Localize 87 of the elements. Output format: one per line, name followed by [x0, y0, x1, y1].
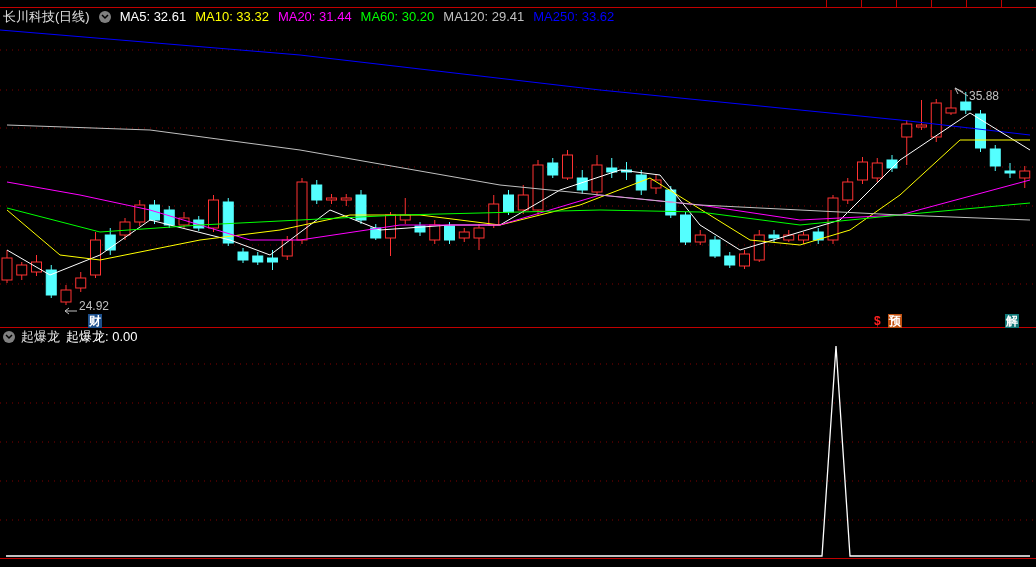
stock-title: 长川科技(日线)	[3, 7, 90, 26]
candlestick	[768, 229, 780, 243]
candlestick	[724, 251, 736, 269]
candlestick	[458, 227, 470, 243]
candlestick	[916, 99, 927, 131]
candlestick	[208, 194, 219, 233]
candlestick	[783, 229, 795, 243]
candlestick	[311, 179, 323, 205]
candlestick	[104, 227, 116, 256]
candlestick	[871, 157, 883, 183]
candlestick	[517, 184, 529, 215]
candlestick	[842, 177, 854, 205]
moving-average-value: MA60: 30.20	[360, 7, 435, 26]
candlestick	[547, 157, 559, 179]
event-tag[interactable]: 解	[1005, 314, 1019, 328]
candlestick	[739, 249, 750, 270]
dropdown-icon[interactable]	[98, 10, 111, 23]
high-price-label: 35.88	[969, 88, 1000, 105]
candlestick	[532, 159, 544, 216]
candlestick	[886, 154, 898, 173]
candlestick	[488, 194, 500, 229]
candlestick	[355, 189, 367, 225]
candlestick	[31, 254, 42, 277]
indicator-value: 起爆龙: 0.00	[66, 327, 138, 346]
candlestick	[945, 89, 957, 116]
candlestick	[222, 197, 234, 247]
candlestick	[119, 217, 131, 241]
candlestick	[680, 211, 691, 246]
candlestick	[812, 227, 824, 245]
candlestick	[753, 229, 765, 263]
candlestick	[193, 215, 205, 232]
moving-average-value: MA120: 29.41	[443, 7, 525, 26]
candlestick	[134, 199, 146, 227]
moving-average-value: MA250: 33.62	[533, 7, 615, 26]
moving-average-value: MA10: 33.32	[195, 7, 269, 26]
candlestick	[473, 223, 485, 251]
candlestick	[635, 169, 647, 196]
candlestick	[606, 157, 618, 179]
candlestick	[90, 231, 101, 279]
candlestick	[562, 149, 573, 181]
candlestick	[267, 249, 278, 271]
candlestick	[827, 194, 839, 245]
candlestick	[1004, 162, 1016, 179]
candlestick	[621, 161, 632, 181]
candlestick	[444, 221, 455, 245]
candlestick	[901, 119, 913, 166]
candlestick	[370, 223, 382, 241]
candlestick	[503, 189, 514, 216]
moving-average-value: MA5: 32.61	[119, 7, 187, 26]
candlestick	[1019, 165, 1031, 189]
candlestick	[326, 193, 337, 205]
candlestick	[237, 247, 249, 264]
candlestick	[989, 144, 1001, 172]
candlestick	[414, 221, 426, 237]
candlestick	[709, 235, 721, 259]
candlestick	[296, 177, 308, 245]
candlestick	[281, 235, 293, 261]
candlestick	[45, 264, 57, 299]
event-tag[interactable]: 财	[88, 314, 102, 328]
candlestick	[178, 211, 190, 229]
candlestick	[340, 193, 352, 207]
candlestick	[576, 169, 588, 195]
candlestick	[16, 261, 28, 281]
candlestick	[650, 174, 662, 195]
candlestick	[75, 271, 87, 293]
candlestick	[163, 205, 175, 229]
event-tag[interactable]: $	[873, 314, 882, 328]
candlestick	[694, 229, 706, 246]
candlestick	[798, 231, 809, 245]
indicator-name: 起爆龙	[21, 327, 60, 346]
dropdown-icon[interactable]	[3, 330, 15, 343]
candlestick	[60, 284, 72, 306]
candlestick	[665, 185, 677, 219]
candlestick	[429, 219, 441, 245]
arrow-icon	[64, 307, 78, 315]
candlestick	[399, 197, 411, 225]
arrow-icon	[954, 87, 969, 97]
moving-average-value: MA20: 31.44	[277, 7, 352, 26]
candlestick	[857, 156, 868, 185]
candlestick	[149, 199, 160, 225]
event-tag[interactable]: 预	[888, 314, 902, 328]
candlestick	[252, 251, 264, 266]
low-price-label: 24.92	[79, 300, 110, 313]
candlestick	[385, 211, 396, 257]
candlestick	[930, 98, 942, 143]
candlestick	[975, 109, 986, 153]
candlestick	[591, 154, 603, 197]
